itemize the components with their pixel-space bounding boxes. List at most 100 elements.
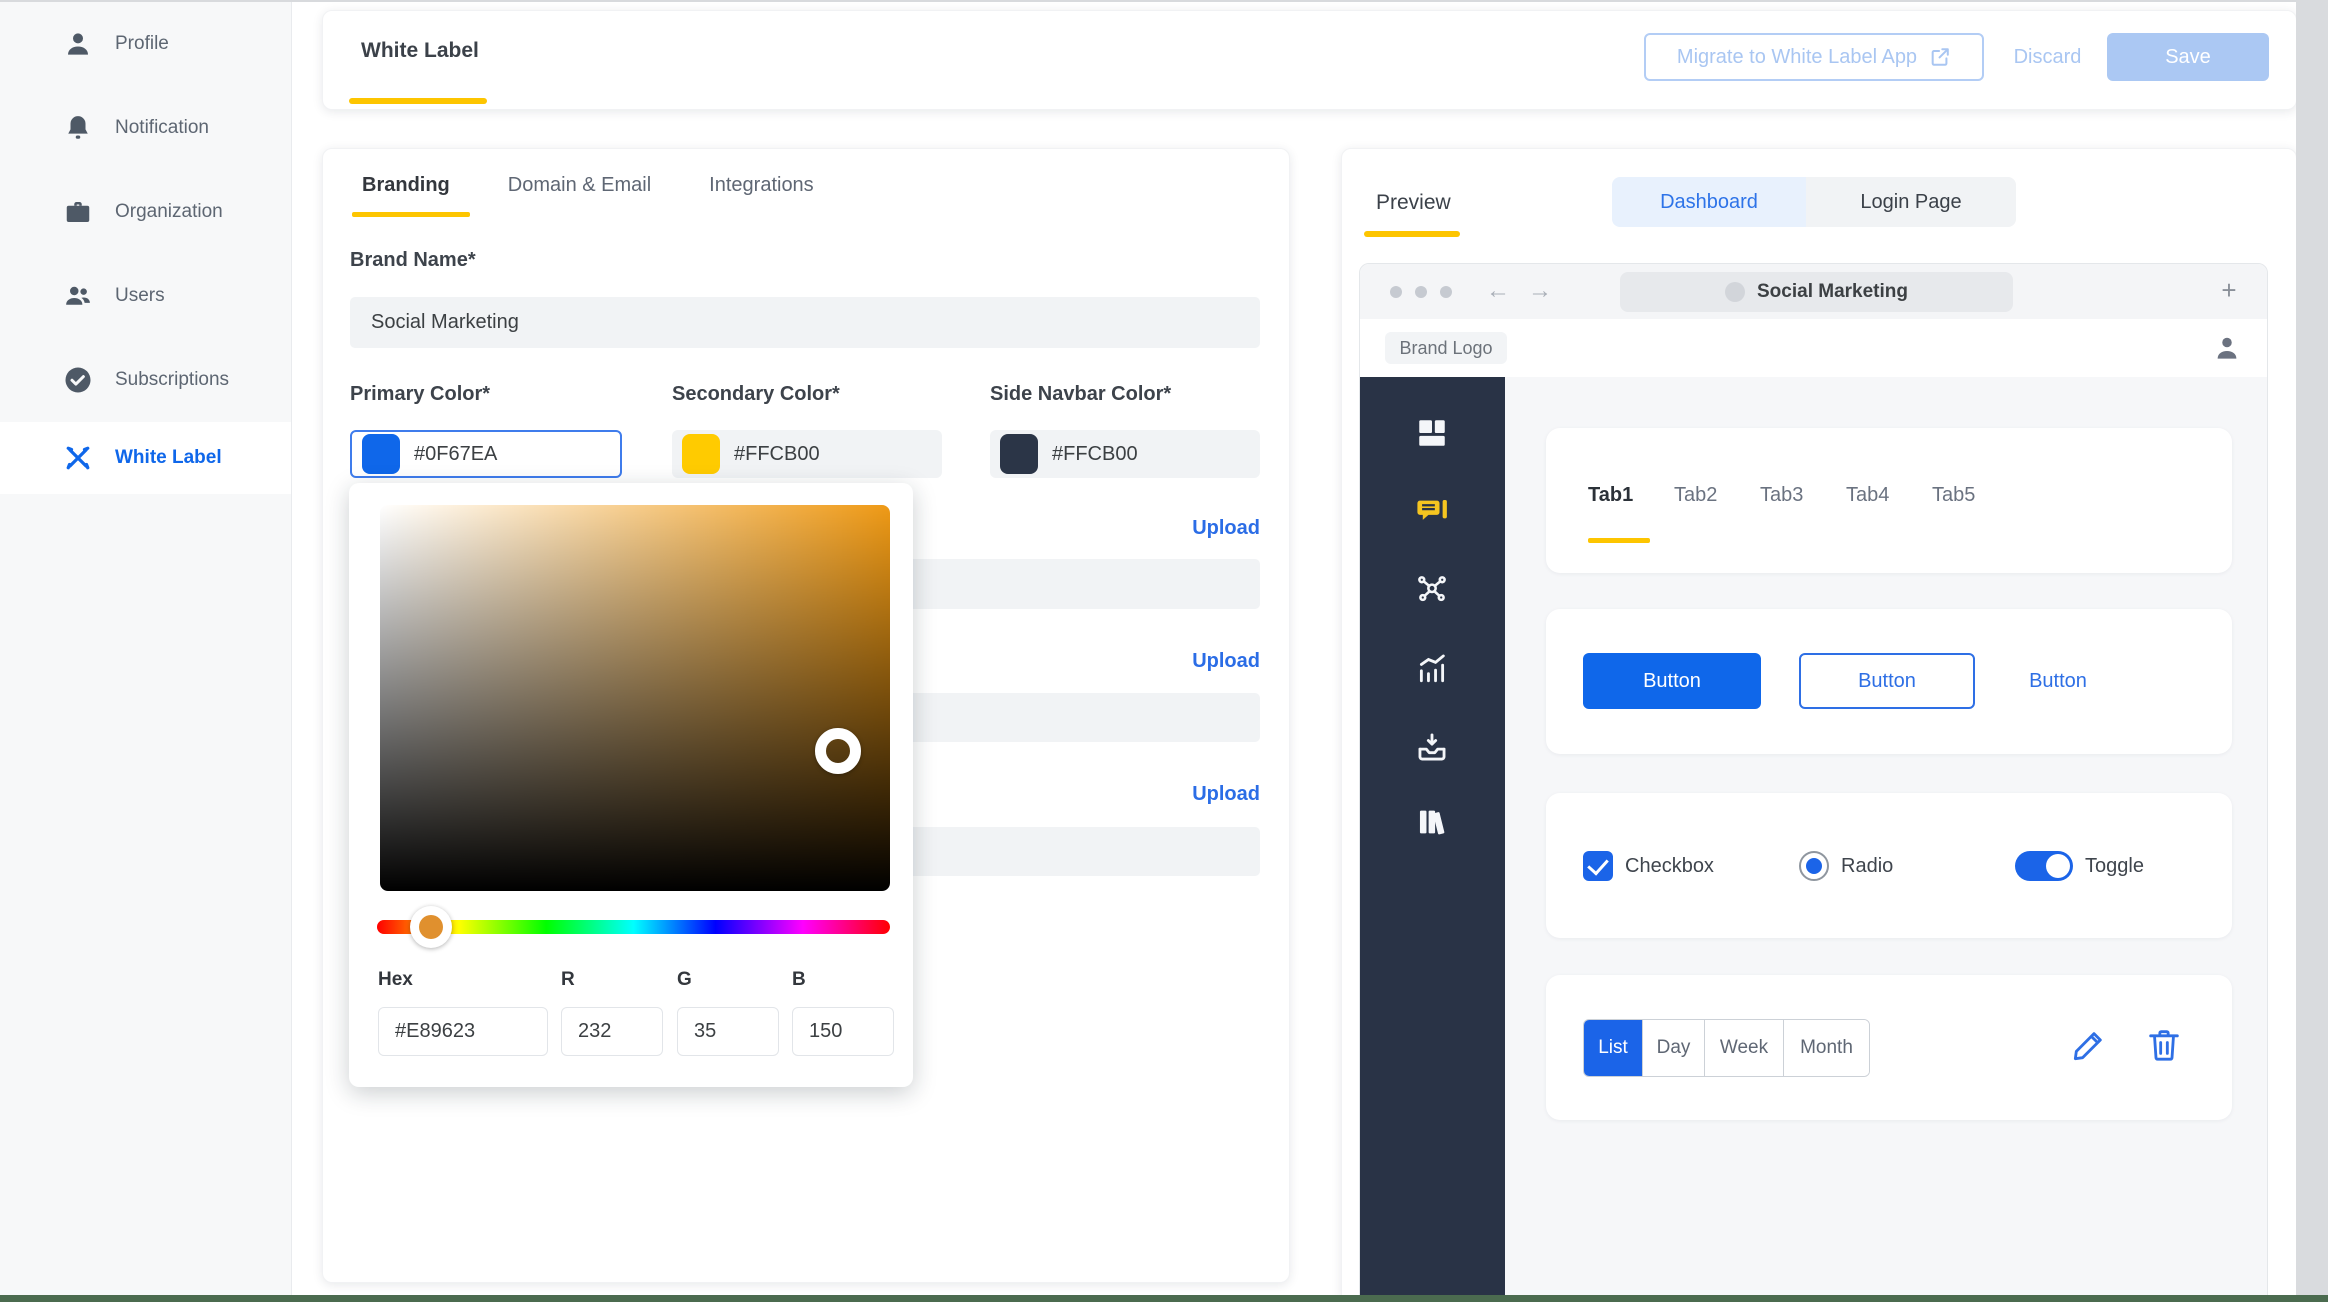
hue-slider-thumb[interactable]	[410, 906, 452, 948]
segment-month[interactable]: Month	[1783, 1020, 1869, 1076]
sidebar-item-subscriptions[interactable]: Subscriptions	[0, 338, 291, 422]
preview-text-button[interactable]: Button	[2008, 653, 2108, 709]
segment-week[interactable]: Week	[1704, 1020, 1783, 1076]
network-hub-icon[interactable]	[1415, 572, 1449, 606]
preview-tabs-card: Tab1 Tab2 Tab3 Tab4 Tab5	[1546, 428, 2232, 573]
migrate-white-label-button[interactable]: Migrate to White Label App	[1644, 33, 1984, 81]
g-label: G	[677, 969, 692, 991]
sidebar-item-notification[interactable]: Notification	[0, 86, 291, 170]
sidebar-item-label: White Label	[115, 447, 222, 469]
user-avatar-icon[interactable]	[2212, 333, 2242, 363]
r-input[interactable]: 232	[561, 1007, 663, 1056]
window-dot-icon	[1415, 286, 1427, 298]
sidebar-item-label: Users	[115, 285, 165, 307]
segment-day[interactable]: Day	[1642, 1020, 1704, 1076]
preview-tab-4[interactable]: Tab4	[1846, 484, 1894, 507]
save-button[interactable]: Save	[2107, 33, 2269, 81]
hex-label: Hex	[378, 969, 413, 991]
browser-preview-frame: ← → Social Marketing + Brand Logo	[1359, 263, 2268, 1297]
edit-pencil-icon[interactable]	[2069, 1025, 2109, 1065]
brand-name-value: Social Marketing	[371, 311, 519, 334]
preview-toggle[interactable]	[2015, 851, 2073, 881]
preview-title: Preview	[1376, 191, 1451, 215]
window-dot-icon	[1390, 286, 1402, 298]
sidebar-item-users[interactable]: Users	[0, 254, 291, 338]
preview-card: Preview Dashboard Login Page ← → Social …	[1341, 148, 2297, 1298]
external-link-icon	[1929, 46, 1951, 68]
brand-name-input[interactable]: Social Marketing	[350, 297, 1260, 348]
back-arrow-icon[interactable]: ←	[1486, 277, 1510, 305]
side-navbar-color-field[interactable]: #FFCB00	[990, 430, 1260, 478]
forward-arrow-icon[interactable]: →	[1528, 277, 1552, 305]
primary-color-field[interactable]: #0F67EA	[350, 430, 622, 478]
radio-dot	[1806, 858, 1822, 874]
tab-branding[interactable]: Branding	[362, 174, 450, 197]
analytics-chart-icon[interactable]	[1415, 651, 1449, 685]
side-navbar-color-value: #FFCB00	[1052, 443, 1138, 466]
preview-tab-5[interactable]: Tab5	[1932, 484, 1980, 507]
library-books-icon[interactable]	[1415, 805, 1449, 839]
sidebar-item-label: Notification	[115, 117, 209, 139]
inbox-download-icon[interactable]	[1415, 730, 1449, 764]
color-picker-cursor[interactable]	[815, 728, 861, 774]
tab-domain-email[interactable]: Domain & Email	[508, 174, 651, 197]
preview-mode-login-page[interactable]: Login Page	[1806, 177, 2016, 227]
discard-button[interactable]: Discard	[2005, 33, 2090, 81]
page-right-edge	[2296, 0, 2328, 1302]
secondary-color-label: Secondary Color*	[672, 383, 840, 406]
page-tab-white-label[interactable]: White Label	[361, 39, 479, 63]
briefcase-icon	[63, 197, 93, 227]
radio-label: Radio	[1841, 855, 1893, 878]
preview-tab-3[interactable]: Tab3	[1760, 484, 1808, 507]
sidebar-item-label: Profile	[115, 33, 169, 55]
secondary-color-field[interactable]: #FFCB00	[672, 430, 942, 478]
calendar-view-segmented: List Day Week Month	[1583, 1019, 1870, 1077]
preview-buttons-card: Button Button Button	[1546, 609, 2232, 754]
preview-tab-2[interactable]: Tab2	[1674, 484, 1722, 507]
preview-outline-button[interactable]: Button	[1799, 653, 1975, 709]
g-input[interactable]: 35	[677, 1007, 779, 1056]
primary-color-value: #0F67EA	[414, 443, 497, 466]
hex-input[interactable]: #E89623	[378, 1007, 548, 1056]
top-edge-line	[0, 0, 2328, 2]
tab-integrations[interactable]: Integrations	[709, 174, 814, 197]
delete-trash-icon[interactable]	[2144, 1025, 2184, 1065]
preview-tab-row: Tab1 Tab2 Tab3 Tab4 Tab5	[1588, 484, 1980, 507]
chat-compose-icon[interactable]	[1415, 495, 1449, 529]
preview-content-area: Tab1 Tab2 Tab3 Tab4 Tab5 Button Button B…	[1505, 377, 2267, 1297]
saturation-value-area[interactable]	[380, 505, 890, 891]
segment-list[interactable]: List	[1584, 1020, 1642, 1076]
active-tab-underline	[349, 98, 487, 104]
new-tab-plus-icon[interactable]: +	[2212, 275, 2246, 306]
preview-app-body: Tab1 Tab2 Tab3 Tab4 Tab5 Button Button B…	[1360, 377, 2267, 1297]
favicon-placeholder	[1725, 282, 1745, 302]
dashboard-grid-icon[interactable]	[1415, 416, 1449, 450]
preview-mode-toggle: Dashboard Login Page	[1612, 177, 2016, 227]
color-picker-popover: Hex R G B #E89623 232 35 150	[349, 483, 913, 1087]
preview-radio[interactable]	[1799, 851, 1829, 881]
preview-title-underline	[1364, 231, 1460, 237]
secondary-color-swatch	[682, 434, 720, 474]
sidebar-item-organization[interactable]: Organization	[0, 170, 291, 254]
primary-color-swatch	[362, 434, 400, 474]
users-icon	[63, 281, 93, 311]
sidebar-item-label: Organization	[115, 201, 223, 223]
preview-tab-1[interactable]: Tab1	[1588, 484, 1636, 507]
r-label: R	[561, 969, 575, 991]
primary-color-label: Primary Color*	[350, 383, 490, 406]
hue-slider[interactable]	[377, 920, 890, 934]
sidebar-item-white-label[interactable]: White Label	[0, 422, 291, 494]
b-input[interactable]: 150	[792, 1007, 894, 1056]
person-icon	[63, 29, 93, 59]
preview-side-navbar	[1360, 377, 1505, 1297]
active-tab-underline	[1588, 538, 1650, 543]
preview-mode-dashboard[interactable]: Dashboard	[1612, 177, 1806, 227]
browser-tab[interactable]: Social Marketing	[1620, 272, 2013, 312]
browser-tab-title: Social Marketing	[1757, 281, 1908, 303]
page-bottom-edge	[0, 1295, 2328, 1302]
preview-checkbox[interactable]	[1583, 851, 1613, 881]
browser-chrome-bar: ← → Social Marketing +	[1360, 264, 2267, 319]
preview-primary-button[interactable]: Button	[1583, 653, 1761, 709]
sidebar-item-profile[interactable]: Profile	[0, 2, 291, 86]
preview-app-header: Brand Logo	[1360, 319, 2267, 378]
